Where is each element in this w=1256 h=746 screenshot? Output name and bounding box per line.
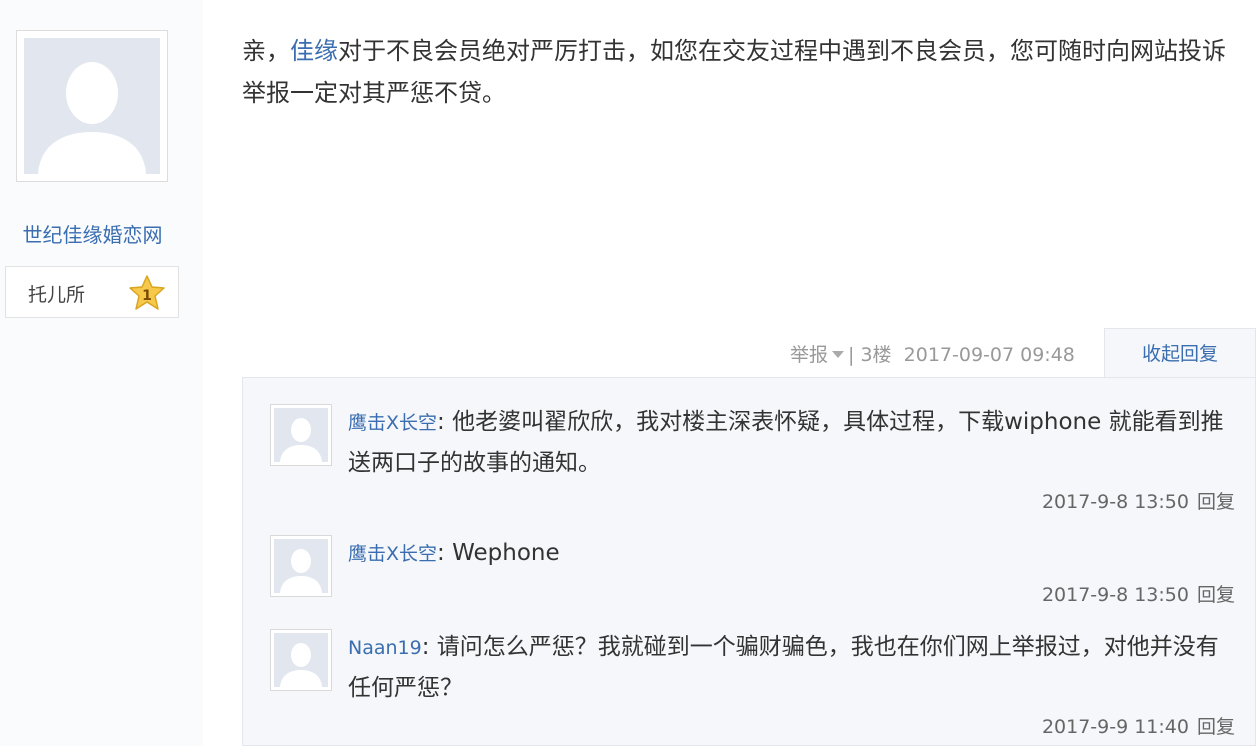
report-button[interactable]: 举报 xyxy=(790,344,848,366)
report-label: 举报 xyxy=(790,344,829,366)
reply-button[interactable]: 回复 xyxy=(1197,716,1235,738)
reply-user-link[interactable]: Naan19 xyxy=(348,637,422,659)
reply-text: Wephone xyxy=(452,540,560,566)
reply-content: 鹰击X长空: 他老婆叫翟欣欣，我对楼主深表怀疑，具体过程，下载wiphone 就… xyxy=(348,402,1228,483)
reply-content: Naan19: 请问怎么严惩？我就碰到一个骗财骗色，我也在你们网上举报过，对他并… xyxy=(348,627,1228,708)
level-star-icon: 1 xyxy=(129,275,165,310)
level-number: 1 xyxy=(142,288,152,304)
reply-user-link[interactable]: 鹰击X长空 xyxy=(348,543,437,565)
post-keyword-link[interactable]: 佳缘 xyxy=(290,37,338,65)
post-datetime: 2017-09-07 09:48 xyxy=(903,344,1075,366)
post-content: 亲，佳缘对于不良会员绝对严厉打击，如您在交友过程中遇到不良会员，您可随时向网站投… xyxy=(242,30,1232,114)
level-badge[interactable]: 托儿所 1 xyxy=(5,266,179,318)
reply-avatar[interactable] xyxy=(270,629,332,691)
reply-time: 2017-9-8 13:50 xyxy=(1041,491,1189,513)
reply-avatar[interactable] xyxy=(270,535,332,597)
reply-meta: 2017-9-9 11:40 回复 xyxy=(1042,712,1235,739)
post-body: 对于不良会员绝对严厉打击，如您在交友过程中遇到不良会员，您可随时向网站投诉举报一… xyxy=(242,37,1226,107)
level-name: 托儿所 xyxy=(28,284,86,306)
author-sidebar: 世纪佳缘婚恋网 托儿所 1 xyxy=(0,0,203,746)
reply-text: 他老婆叫翟欣欣，我对楼主深表怀疑，具体过程，下载wiphone 就能看到推送两口… xyxy=(348,409,1224,476)
reply-colon: : xyxy=(437,540,453,566)
caret-down-icon xyxy=(832,350,845,358)
reply-avatar[interactable] xyxy=(270,404,332,466)
default-avatar-icon xyxy=(274,633,328,687)
default-avatar-icon xyxy=(274,539,328,593)
default-avatar-icon xyxy=(24,38,160,174)
floor-number: 3楼 xyxy=(860,344,892,366)
reply-colon: : xyxy=(437,409,453,435)
reply-list: 鹰击X长空: 他老婆叫翟欣欣，我对楼主深表怀疑，具体过程，下载wiphone 就… xyxy=(242,377,1256,746)
reply-time: 2017-9-9 11:40 xyxy=(1041,716,1189,738)
reply-button[interactable]: 回复 xyxy=(1197,584,1235,606)
reply-button[interactable]: 回复 xyxy=(1197,491,1235,513)
post-meta: 举报 | 3楼 2017-09-07 09:48 xyxy=(790,340,1075,367)
reply-user-link[interactable]: 鹰击X长空 xyxy=(348,412,437,434)
reply-meta: 2017-9-8 13:50 回复 xyxy=(1042,487,1235,514)
author-name-link[interactable]: 世纪佳缘婚恋网 xyxy=(0,219,185,248)
author-avatar[interactable] xyxy=(16,30,168,182)
default-avatar-icon xyxy=(274,408,328,462)
reply-colon: : xyxy=(421,634,437,660)
meta-separator: | xyxy=(848,344,855,366)
reply-content: 鹰击X长空: Wephone xyxy=(348,533,1228,574)
reply-meta: 2017-9-8 13:50 回复 xyxy=(1042,580,1235,607)
post-prefix: 亲， xyxy=(242,37,290,65)
collapse-replies-button[interactable]: 收起回复 xyxy=(1104,328,1256,378)
reply-time: 2017-9-8 13:50 xyxy=(1041,584,1189,606)
reply-text: 请问怎么严惩？我就碰到一个骗财骗色，我也在你们网上举报过，对他并没有任何严惩？ xyxy=(348,634,1219,701)
